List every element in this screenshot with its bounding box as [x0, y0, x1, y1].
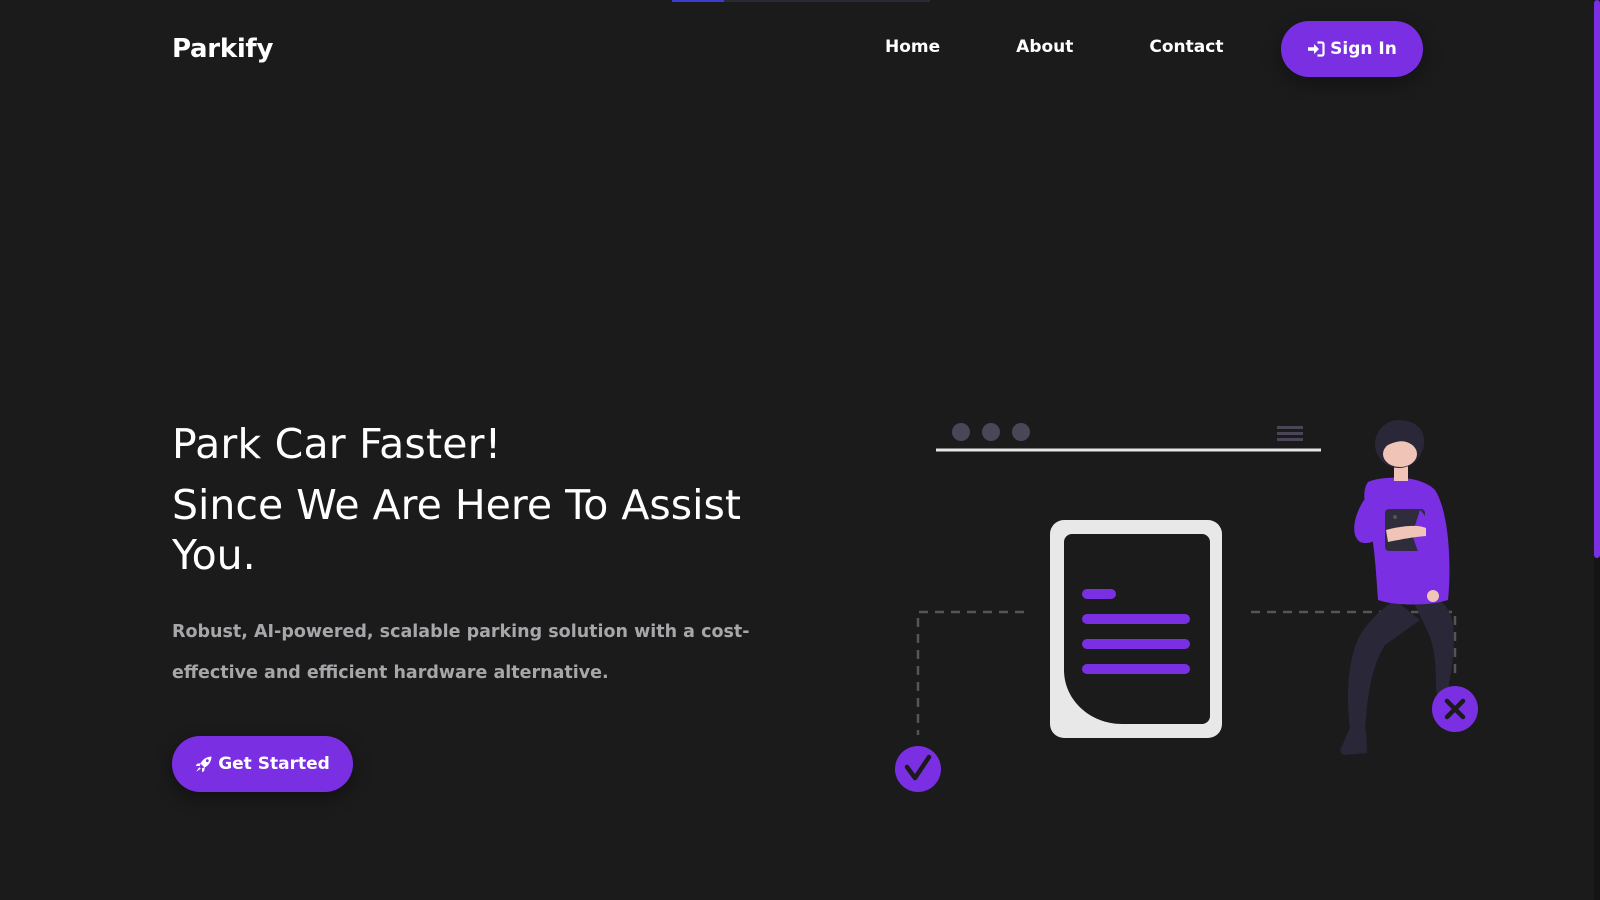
top-progress-fill	[672, 0, 724, 2]
main-nav: Home About Contact	[885, 37, 1223, 57]
document-icon	[1050, 520, 1222, 738]
nav-link-home[interactable]: Home	[885, 37, 940, 57]
rocket-icon	[196, 756, 212, 773]
hero-description: Robust, AI-powered, scalable parking sol…	[172, 622, 750, 683]
page-scrollbar[interactable]	[1594, 0, 1600, 900]
close-icon	[1432, 686, 1478, 732]
nav-link-about[interactable]: About	[1016, 37, 1073, 57]
woman-with-document-illustration	[895, 420, 1478, 792]
scrollbar-thumb[interactable]	[1594, 0, 1600, 558]
landing-page: Parkify Home About Contact Sign In Park …	[0, 0, 1600, 900]
get-started-label: Get Started	[218, 754, 330, 774]
menu-icon	[1277, 426, 1303, 441]
sign-in-label: Sign In	[1330, 39, 1397, 59]
hero-title: Park Car Faster!	[172, 420, 502, 468]
check-icon	[895, 746, 941, 792]
sign-in-button[interactable]: Sign In	[1281, 21, 1423, 77]
top-progress-bar	[672, 0, 930, 2]
nav-link-contact[interactable]: Contact	[1149, 37, 1223, 57]
get-started-button[interactable]: Get Started	[172, 736, 353, 792]
sign-in-icon	[1308, 41, 1325, 57]
browser-bar	[936, 423, 1321, 452]
brand-logo[interactable]: Parkify	[172, 34, 273, 64]
hero-subtitle: Since We Are Here To Assist You.	[172, 481, 741, 579]
